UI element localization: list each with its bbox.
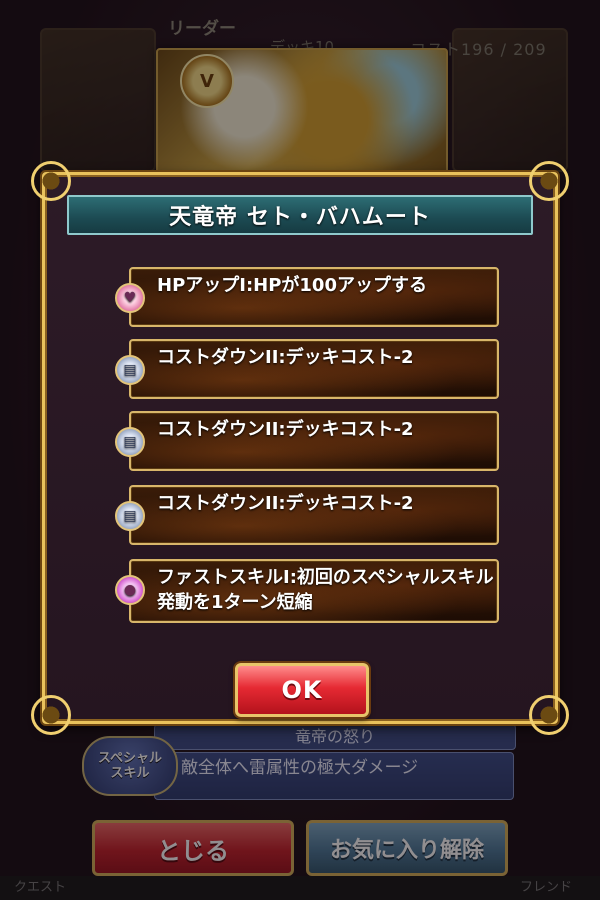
cost-down-icon: ▤: [115, 427, 145, 457]
ok-button[interactable]: OK: [235, 663, 369, 717]
ability-text: コストダウンII:デッキコスト-2: [157, 347, 414, 368]
ability-row: ▤ コストダウンII:デッキコスト-2: [115, 339, 499, 399]
ability-row: ▤ コストダウンII:デッキコスト-2: [115, 411, 499, 471]
ability-text: ファストスキルI:初回のスペシャルスキル発動を1ターン短縮: [157, 567, 494, 613]
hp-up-icon: ♥: [115, 283, 145, 313]
ability-text: コストダウンII:デッキコスト-2: [157, 419, 414, 440]
ability-text: HPアップI:HPが100アップする: [157, 275, 427, 296]
ornament-corner-icon: [31, 161, 71, 201]
ability-row: ● ファストスキルI:初回のスペシャルスキル発動を1ターン短縮: [115, 559, 499, 623]
ornament-corner-icon: [529, 695, 569, 735]
ability-text: コストダウンII:デッキコスト-2: [157, 493, 414, 514]
dialog-title: 天竜帝 セト・バハムート: [67, 195, 533, 235]
ornament-corner-icon: [31, 695, 71, 735]
ability-dialog: 天竜帝 セト・バハムート ♥ HPアップI:HPが100アップする ▤ コストダ…: [31, 161, 569, 735]
ability-row: ▤ コストダウンII:デッキコスト-2: [115, 485, 499, 545]
ornament-corner-icon: [529, 161, 569, 201]
first-skill-icon: ●: [115, 575, 145, 605]
cost-down-icon: ▤: [115, 355, 145, 385]
cost-down-icon: ▤: [115, 501, 145, 531]
ability-row: ♥ HPアップI:HPが100アップする: [115, 267, 499, 327]
